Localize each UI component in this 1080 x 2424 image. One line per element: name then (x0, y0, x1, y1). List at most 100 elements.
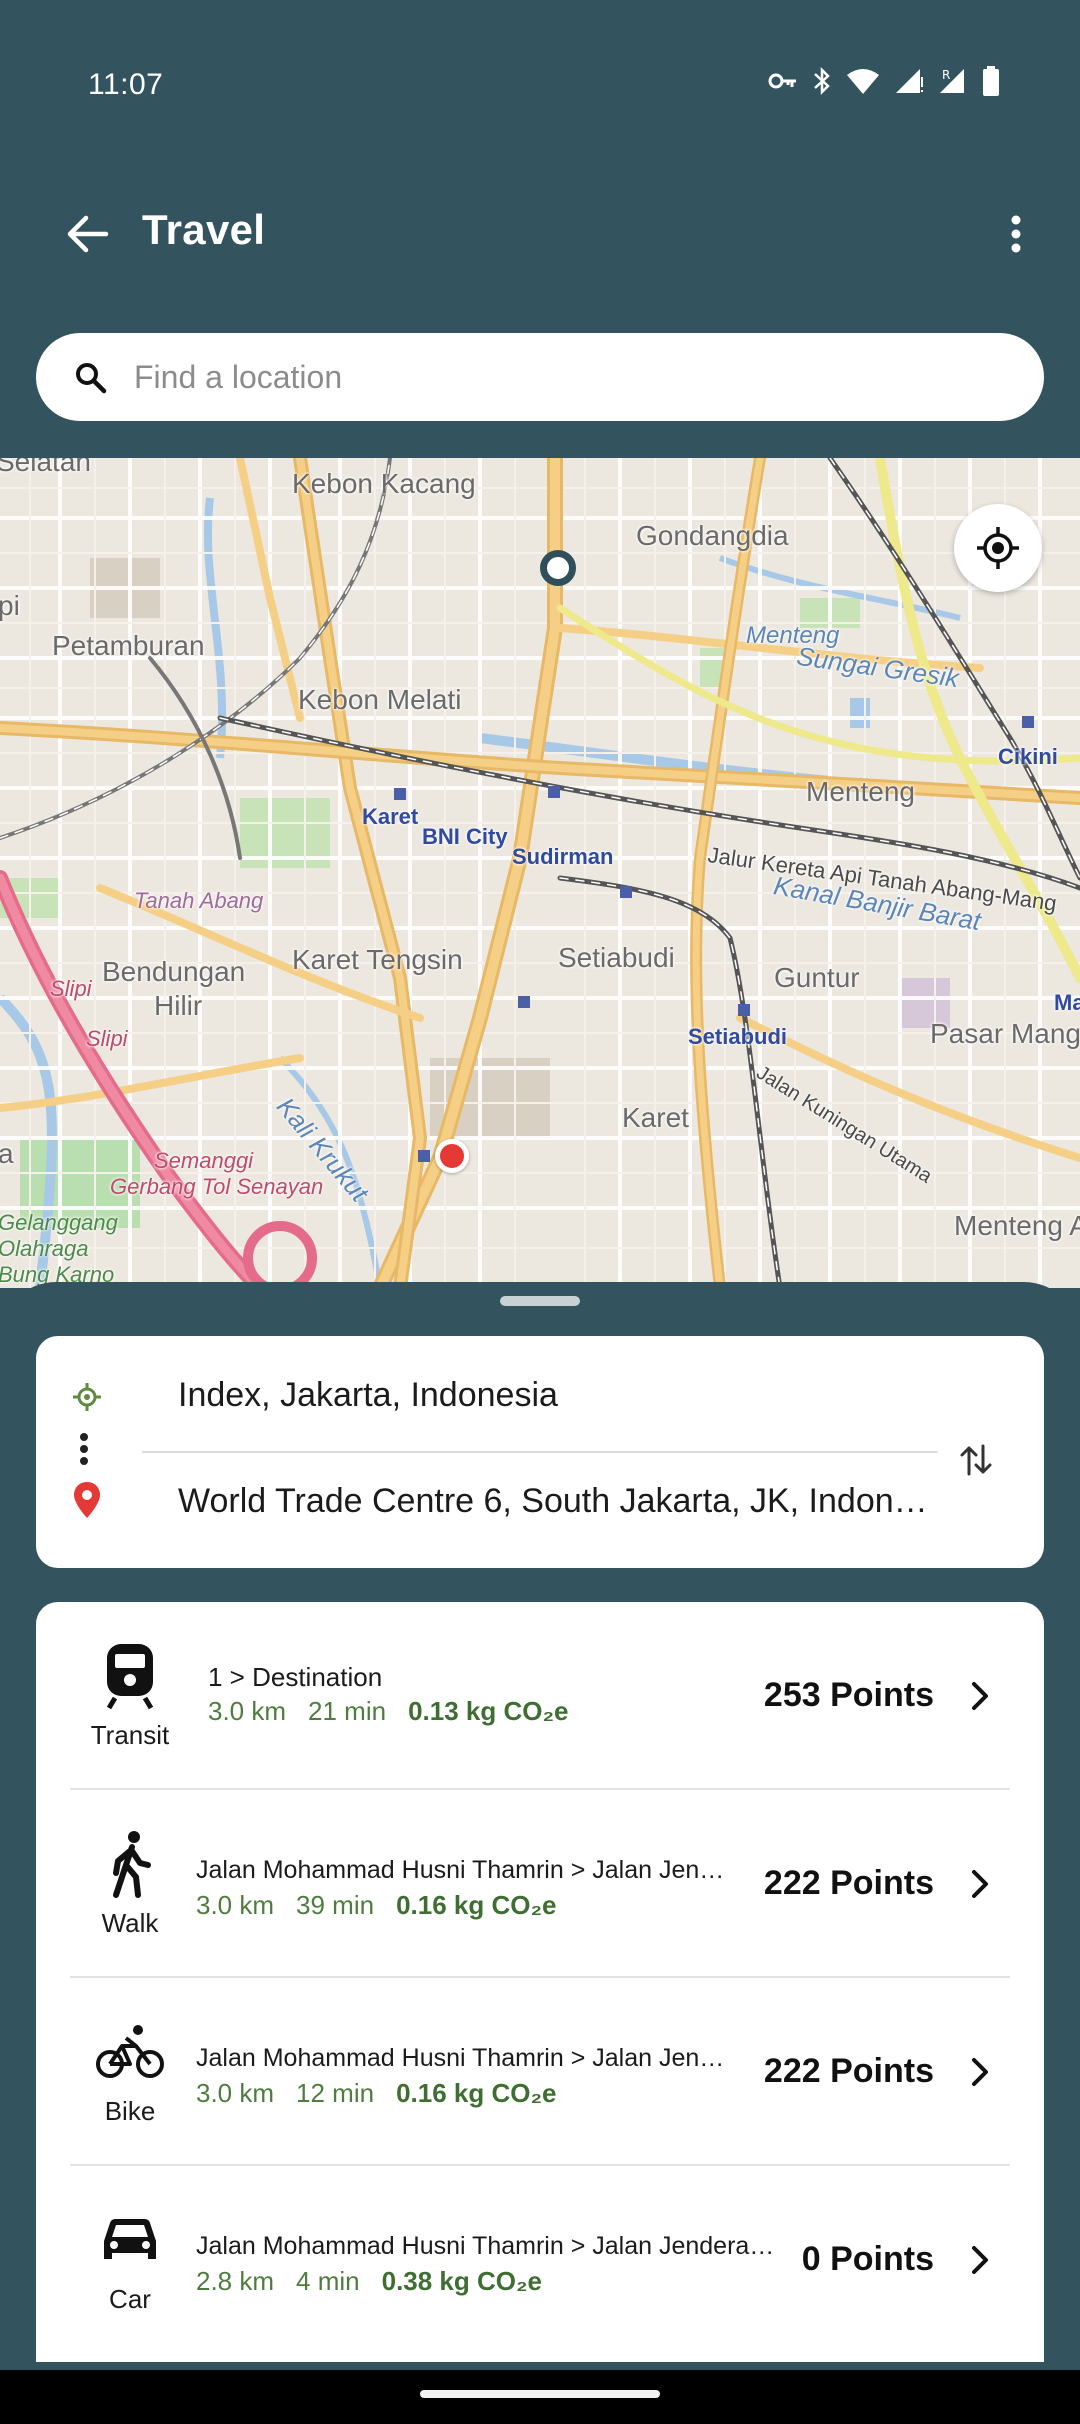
mode-label: Bike (104, 2096, 156, 2126)
search-bar[interactable] (36, 333, 1044, 421)
app-bar: Travel (0, 180, 1080, 290)
swap-vertical-icon (960, 1444, 992, 1476)
walk-icon (70, 1828, 190, 1900)
map-label-setiabudi-station: Setiabudi (688, 1024, 788, 1049)
map-label-hilir: Hilir (154, 990, 203, 1021)
chevron-right-icon (972, 2246, 988, 2274)
mode-row-walk[interactable]: Walk Jalan Mohammad Husni Thamrin > Jala… (70, 1790, 1010, 1978)
search-input[interactable] (134, 347, 994, 407)
home-gesture-handle[interactable] (420, 2390, 660, 2398)
map-label-a: a (0, 1138, 14, 1169)
swap-route-button[interactable] (948, 1432, 1004, 1488)
map-label-ma: Ma (1054, 990, 1080, 1015)
mode-stats: 2.8 km 4 min 0.38 kg CO₂e (196, 2266, 564, 2297)
mode-duration: 21 min (308, 1696, 387, 1726)
status-time: 11:07 (88, 68, 164, 101)
back-button[interactable] (56, 202, 120, 266)
map-label-gerbang-tol: Gerbang Tol Senayan (110, 1174, 324, 1199)
mode-distance: 2.8 km (196, 2266, 275, 2296)
mode-route-summary: Jalan Mohammad Husni Thamrin > Jalan Jen… (196, 2232, 776, 2260)
origin-marker[interactable] (540, 550, 576, 586)
map-label-guntur: Guntur (774, 962, 860, 993)
car-icon (70, 2204, 190, 2276)
mode-route-summary: Jalan Mohammad Husni Thamrin > Jalan Jen… (196, 2044, 736, 2072)
more-vertical-icon (1011, 215, 1021, 253)
map-label-karet-tengsin: Karet Tengsin (292, 944, 463, 975)
page-title: Travel (142, 206, 266, 253)
origin-field[interactable]: Index, Jakarta, Indonesia (178, 1376, 938, 1415)
map-label-menteng-atas: Menteng Ata (954, 1210, 1080, 1241)
mode-points: 222 Points (763, 1864, 934, 1902)
signal-roaming-icon: R (940, 68, 964, 93)
system-nav-bar (0, 2370, 1080, 2424)
chevron-right-icon (972, 1870, 988, 1898)
map-label-slipi-1: Slipi (50, 976, 92, 1001)
chevron-right-icon (972, 2058, 988, 2086)
chevron-right-icon (972, 1682, 988, 1710)
drag-handle[interactable] (500, 1296, 580, 1306)
map-label-bni-city: BNI City (422, 824, 508, 849)
bottom-sheet: Index, Jakarta, Indonesia World Trade Ce… (0, 1282, 1080, 2424)
my-location-icon (977, 527, 1019, 569)
mode-label: Walk (101, 1908, 159, 1938)
map-label-tanah-abang: Tanah Abang (134, 888, 264, 913)
map-label-semanggi: Semanggi (154, 1148, 254, 1173)
mode-co2: 0.16 kg CO₂e (396, 2078, 557, 2108)
bike-icon (70, 2016, 190, 2088)
map-label-olahraga-1: Gelanggang (0, 1210, 118, 1235)
wifi-icon (847, 69, 879, 94)
destination-marker[interactable] (435, 1139, 469, 1173)
search-icon (70, 357, 110, 397)
map-label-menteng: Menteng (806, 776, 915, 807)
mode-duration: 4 min (296, 2266, 360, 2296)
mode-row-transit[interactable]: Transit 1 > Destination 3.0 km 21 min 0.13… (70, 1602, 1010, 1790)
map-label-sudirman: Sudirman (512, 844, 614, 869)
destination-field[interactable]: World Trade Centre 6, South Jakarta, JK,… (178, 1482, 938, 1521)
mode-route-summary: 1 > Destination (208, 1662, 383, 1692)
mode-row-bike[interactable]: Bike Jalan Mohammad Husni Thamrin > Jala… (70, 1978, 1010, 2166)
mode-stats: 3.0 km 21 min 0.13 kg CO₂e (208, 1696, 590, 1727)
mode-route-summary: Jalan Mohammad Husni Thamrin > Jalan Jen… (196, 1856, 736, 1884)
my-location-button[interactable] (954, 504, 1042, 592)
mode-points: 222 Points (763, 2052, 934, 2090)
map-label-kebon-melati: Kebon Melati (298, 684, 462, 715)
map-label-karet: Karet (362, 804, 419, 829)
map-label-karet-2: Karet (622, 1102, 689, 1133)
mode-distance: 3.0 km (196, 2078, 275, 2108)
map-label-gondangdia: Gondangdia (636, 520, 789, 551)
mode-stats: 3.0 km 39 min 0.16 kg CO₂e (196, 1890, 578, 1921)
signal-icon (896, 69, 923, 93)
mode-points: 253 Points (763, 1676, 934, 1714)
map-view[interactable]: Selatan Kebon Kacang Gondangdia pi Petam… (0, 458, 1080, 1288)
map-label-kebon-kacang: Kebon Kacang (292, 468, 476, 499)
battery-icon (983, 66, 999, 96)
map-label-petamburan: Petamburan (52, 630, 205, 661)
arrow-left-icon (67, 215, 109, 253)
more-options-button[interactable] (984, 202, 1048, 266)
mode-points: 0 Points (801, 2240, 934, 2278)
vpn-key-icon (768, 73, 796, 89)
mode-stats: 3.0 km 12 min 0.16 kg CO₂e (196, 2078, 578, 2109)
status-icons: R (768, 66, 1000, 96)
map-label-setiabudi: Setiabudi (558, 942, 675, 973)
location-pin-icon (74, 1482, 100, 1518)
mode-co2: 0.13 kg CO₂e (408, 1696, 569, 1726)
map-label-olahraga-2: Olahraga (0, 1236, 89, 1261)
mode-duration: 39 min (296, 1890, 375, 1920)
status-bar: 11:07 R (0, 0, 1080, 130)
mode-label: Car (109, 2284, 151, 2314)
crosshair-icon (73, 1383, 101, 1411)
map-label-slipi-2: Slipi (86, 1026, 128, 1051)
bluetooth-icon (814, 66, 830, 96)
mode-distance: 3.0 km (208, 1696, 287, 1726)
map-label-pi: pi (0, 590, 20, 621)
route-card: Index, Jakarta, Indonesia World Trade Ce… (36, 1336, 1044, 1568)
mode-row-car[interactable]: Car Jalan Mohammad Husni Thamrin > Jalan… (70, 2166, 1010, 2354)
map-label-selatan: Selatan (0, 458, 91, 477)
svg-text:R: R (942, 68, 950, 82)
route-divider (142, 1451, 938, 1453)
mode-distance: 3.0 km (196, 1890, 275, 1920)
more-vertical-icon (80, 1433, 88, 1465)
mode-co2: 0.16 kg CO₂e (396, 1890, 557, 1920)
mode-co2: 0.38 kg CO₂e (381, 2266, 543, 2296)
